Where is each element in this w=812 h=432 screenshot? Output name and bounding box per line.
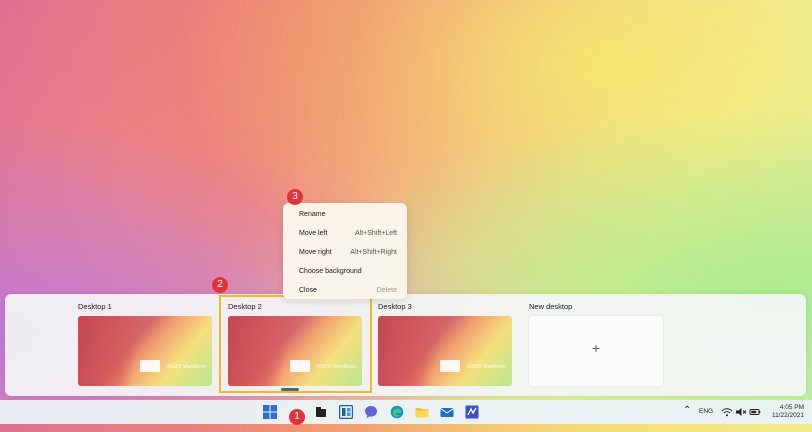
- edge-icon[interactable]: [390, 405, 404, 419]
- volume-muted-icon[interactable]: [735, 406, 747, 418]
- menu-item-shortcut: Delete: [376, 287, 397, 294]
- clock-time: 4:05 PM: [779, 404, 804, 411]
- plus-icon: +: [591, 340, 601, 356]
- desktop-2-highlight: [219, 295, 372, 393]
- step-badge-2: 2: [212, 277, 228, 293]
- task-view-icon[interactable]: [314, 405, 328, 419]
- taskbar: 1 ⌃ ENG 4:05 PM 11/22/2021: [0, 400, 812, 425]
- language-indicator[interactable]: ENG: [699, 408, 713, 432]
- menu-item-choose-background[interactable]: Choose background: [299, 268, 397, 280]
- desktop-context-menu: Rename Move left Alt+Shift+Left Move rig…: [283, 203, 407, 299]
- menu-item-move-right[interactable]: Move right Alt+Shift+Right: [299, 249, 397, 261]
- battery-icon[interactable]: [749, 406, 761, 418]
- menu-item-rename[interactable]: Rename: [299, 211, 397, 223]
- desktop-1-thumbnail[interactable]: ASUS VivoBook: [78, 316, 212, 386]
- menu-item-shortcut: Alt+Shift+Right: [350, 249, 397, 256]
- teams-chat-icon[interactable]: [364, 405, 378, 419]
- menu-item-label: Move right: [299, 249, 332, 256]
- menu-item-move-left[interactable]: Move left Alt+Shift+Left: [299, 230, 397, 242]
- desktop-1-label: Desktop 1: [78, 302, 112, 311]
- new-desktop-label: New desktop: [529, 302, 573, 311]
- mail-icon[interactable]: [440, 405, 454, 419]
- thumbnail-brand: ASUS VivoBook: [466, 364, 506, 370]
- new-desktop-button[interactable]: +: [529, 316, 663, 386]
- menu-item-label: Move left: [299, 230, 328, 237]
- file-explorer-icon[interactable]: [415, 405, 429, 419]
- visual-studio-icon[interactable]: [465, 405, 479, 419]
- menu-item-label: Close: [299, 287, 317, 294]
- menu-item-label: Rename: [299, 211, 326, 218]
- step-badge-1: 1: [289, 409, 305, 425]
- desktop-3-thumbnail[interactable]: ASUS VivoBook: [378, 316, 512, 386]
- system-clock[interactable]: 4:05 PM 11/22/2021: [772, 404, 804, 420]
- widgets-icon[interactable]: [339, 405, 353, 419]
- thumbnail-brand: ASUS VivoBook: [166, 364, 206, 370]
- thumbnail-window: [140, 360, 160, 372]
- task-view-panel: Desktop 1 ASUS VivoBook Desktop 2 ASUS V…: [5, 294, 806, 396]
- menu-item-label: Choose background: [299, 268, 362, 275]
- menu-item-close[interactable]: Close Delete: [299, 287, 397, 299]
- clock-date: 11/22/2021: [771, 412, 804, 419]
- thumbnail-window: [440, 360, 460, 372]
- chevron-up-icon[interactable]: ⌃: [683, 405, 691, 429]
- wifi-icon[interactable]: [721, 406, 733, 418]
- windows-start-icon[interactable]: [263, 405, 277, 419]
- desktop-3-label: Desktop 3: [378, 302, 412, 311]
- menu-item-shortcut: Alt+Shift+Left: [354, 230, 397, 237]
- step-badge-3: 3: [287, 189, 303, 205]
